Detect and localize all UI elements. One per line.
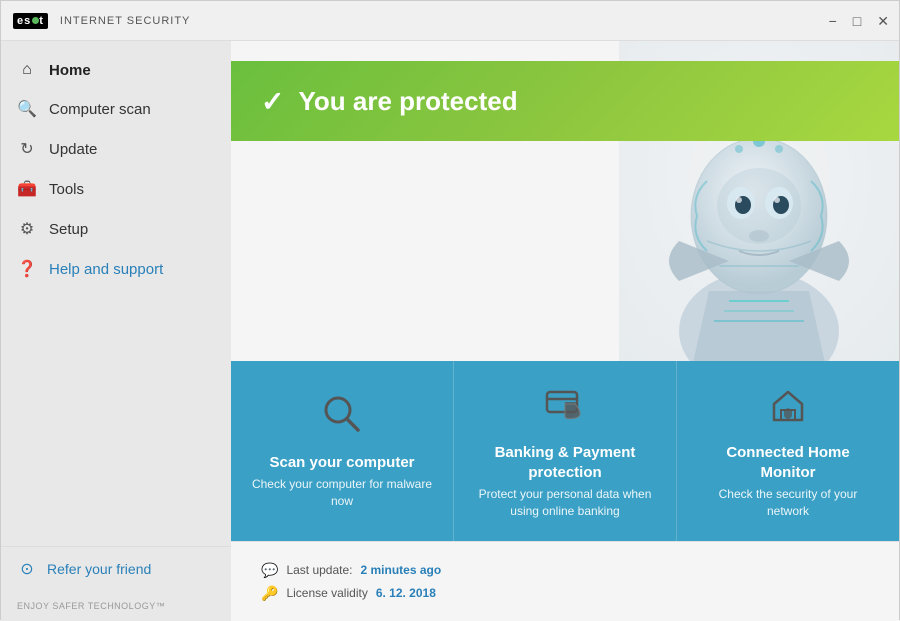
gear-icon: ⚙ xyxy=(17,219,37,239)
sidebar-item-setup[interactable]: ⚙ Setup xyxy=(1,209,231,249)
sidebar-item-help-support-label: Help and support xyxy=(49,261,163,278)
feature-card-home-monitor[interactable]: Connected Home Monitor Check the securit… xyxy=(677,361,899,541)
feature-card-banking[interactable]: Banking & Payment protection Protect you… xyxy=(454,361,677,541)
app-name: INTERNET SECURITY xyxy=(60,15,190,27)
last-update-value: 2 minutes ago xyxy=(361,563,442,577)
close-button[interactable]: ✕ xyxy=(877,14,889,28)
sidebar-item-computer-scan[interactable]: 🔍 Computer scan xyxy=(1,89,231,129)
help-circle-icon: ❓ xyxy=(17,259,37,279)
feature-cards: Scan your computer Check your computer f… xyxy=(231,361,899,541)
card-shield-icon xyxy=(543,382,587,435)
magnify-icon xyxy=(320,392,364,445)
search-icon: 🔍 xyxy=(17,99,37,119)
home-icon: ⌂ xyxy=(17,61,37,79)
sidebar-item-tools-label: Tools xyxy=(49,181,84,198)
protected-banner: ✓ You are protected xyxy=(231,61,899,141)
license-value: 6. 12. 2018 xyxy=(376,586,436,600)
tagline: ENJOY SAFER TECHNOLOGY™ xyxy=(1,591,231,621)
sidebar-item-computer-scan-label: Computer scan xyxy=(49,101,151,118)
feature-home-desc: Check the security of your network xyxy=(697,486,879,520)
feature-card-scan[interactable]: Scan your computer Check your computer f… xyxy=(231,361,454,541)
gift-icon: ⊙ xyxy=(17,559,37,579)
sidebar-spacer xyxy=(1,289,231,546)
window-controls: − □ ✕ xyxy=(829,14,889,28)
sidebar-item-tools[interactable]: 🧰 Tools xyxy=(1,169,231,209)
refer-friend-button[interactable]: ⊙ Refer your friend xyxy=(1,546,231,591)
sidebar-item-update-label: Update xyxy=(49,141,97,158)
sidebar-item-help-support[interactable]: ❓ Help and support xyxy=(1,249,231,289)
minimize-button[interactable]: − xyxy=(829,14,837,28)
feature-home-title: Connected Home Monitor xyxy=(697,443,879,482)
last-update-status: 💬 Last update: 2 minutes ago xyxy=(261,562,869,579)
titlebar: est INTERNET SECURITY − □ ✕ xyxy=(1,1,899,41)
feature-banking-desc: Protect your personal data when using on… xyxy=(474,486,656,520)
protected-text: You are protected xyxy=(298,86,517,117)
status-bar: 💬 Last update: 2 minutes ago 🔑 License v… xyxy=(231,541,899,621)
update-icon: 💬 xyxy=(261,562,278,579)
feature-scan-desc: Check your computer for malware now xyxy=(251,476,433,510)
check-icon: ✓ xyxy=(261,85,284,118)
maximize-button[interactable]: □ xyxy=(853,14,861,28)
key-icon: 🔑 xyxy=(261,585,278,602)
content-area: ✓ You are protected Scan your computer C… xyxy=(231,41,899,621)
license-status: 🔑 License validity 6. 12. 2018 xyxy=(261,585,869,602)
feature-scan-title: Scan your computer xyxy=(269,453,414,473)
sidebar: ⌂ Home 🔍 Computer scan ↻ Update 🧰 Tools … xyxy=(1,41,231,621)
briefcase-icon: 🧰 xyxy=(17,179,37,199)
sidebar-item-setup-label: Setup xyxy=(49,221,88,238)
refresh-icon: ↻ xyxy=(17,139,37,159)
last-update-label: Last update: xyxy=(286,563,352,577)
home-shield-icon xyxy=(766,382,810,435)
refer-friend-label: Refer your friend xyxy=(47,561,151,577)
main-layout: ⌂ Home 🔍 Computer scan ↻ Update 🧰 Tools … xyxy=(1,41,899,621)
tagline-text: ENJOY SAFER TECHNOLOGY™ xyxy=(17,601,165,611)
eset-logo-text: est xyxy=(13,13,48,29)
license-label: License validity xyxy=(286,586,367,600)
sidebar-item-home[interactable]: ⌂ Home xyxy=(1,51,231,89)
sidebar-item-update[interactable]: ↻ Update xyxy=(1,129,231,169)
sidebar-item-home-label: Home xyxy=(49,62,91,79)
feature-banking-title: Banking & Payment protection xyxy=(474,443,656,482)
app-logo: est INTERNET SECURITY xyxy=(13,13,190,29)
